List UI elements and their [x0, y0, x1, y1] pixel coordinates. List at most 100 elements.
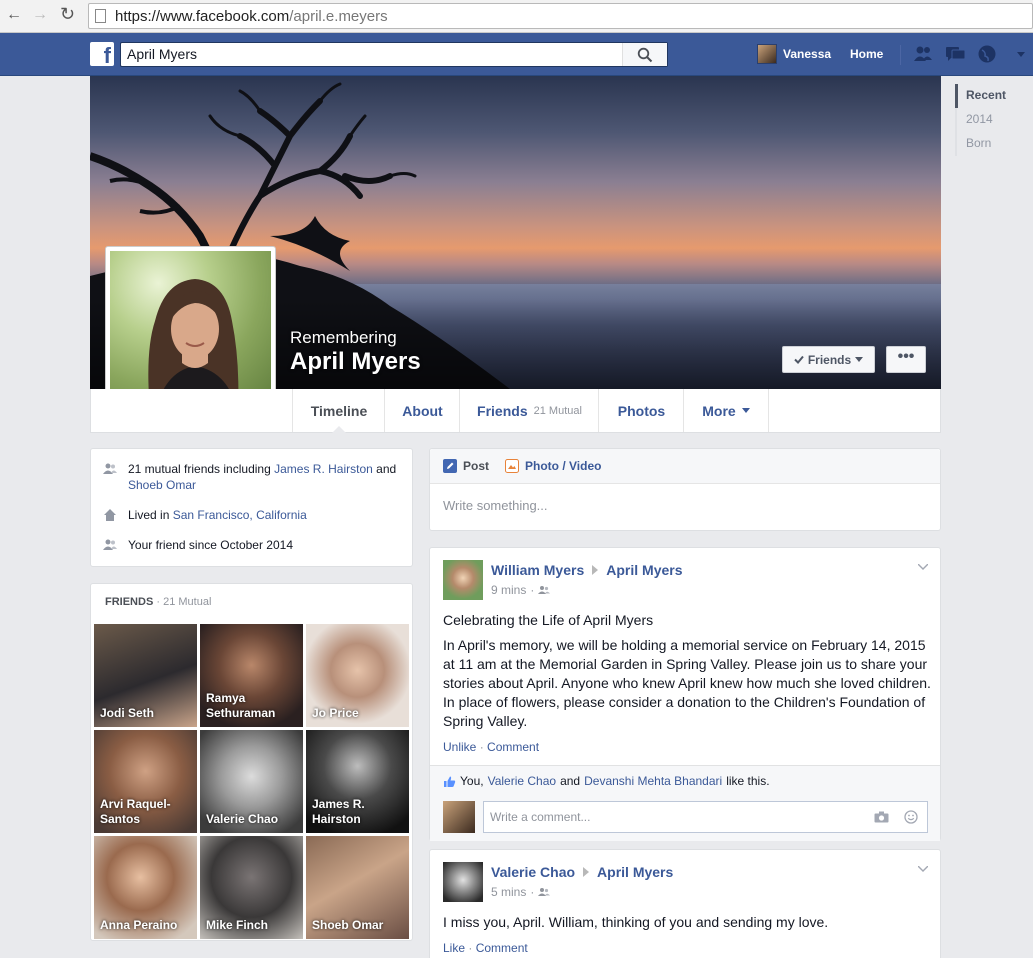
comment-link[interactable]: Comment [487, 740, 539, 754]
friend-name: Anna Peraino [100, 918, 178, 932]
likes-and: and [560, 774, 581, 788]
avatar[interactable] [443, 560, 483, 600]
action-separator: · [479, 740, 484, 754]
friend-tile[interactable]: James R. Hairston [306, 730, 409, 833]
friend-tile[interactable]: Shoeb Omar [306, 836, 409, 939]
liker-link-1[interactable]: Valerie Chao [488, 774, 556, 788]
friend-tile[interactable]: Jo Price [306, 624, 409, 727]
friend-tile[interactable]: Anna Peraino [94, 836, 197, 939]
caret-down-icon [855, 357, 864, 362]
facebook-logo[interactable]: f [90, 42, 114, 66]
composer-input[interactable]: Write something... [443, 498, 548, 513]
comment-input[interactable]: Write a comment... [483, 801, 928, 833]
chevron-down-icon[interactable] [918, 866, 928, 872]
post-target-link[interactable]: April Myers [606, 562, 682, 578]
tab-more[interactable]: More [683, 389, 769, 432]
friends-icon [103, 463, 117, 474]
profile-name[interactable]: April Myers [290, 348, 421, 376]
arrow-right-icon [583, 867, 590, 877]
post-meta: 9 mins · [491, 583, 551, 597]
tab-friends-label: Friends [477, 402, 528, 419]
friends-card: FRIENDS · 21 Mutual Jodi Seth Ramya Seth… [90, 583, 413, 941]
scrubber-item-2014[interactable]: 2014 [955, 108, 1006, 132]
composer-photo-tab[interactable]: Photo / Video [505, 459, 601, 473]
tab-photos[interactable]: Photos [598, 389, 684, 432]
settings-icon[interactable] [1015, 44, 1033, 64]
friend-name: Jo Price [312, 706, 359, 720]
friend-name: Arvi Raquel-Santos [100, 797, 171, 826]
composer-post-label: Post [463, 459, 490, 473]
avatar[interactable] [443, 862, 483, 902]
lived-in-row: Lived in San Francisco, California [103, 507, 307, 523]
tab-timeline[interactable]: Timeline [292, 389, 385, 433]
forward-arrow-icon[interactable]: → [32, 6, 48, 24]
scrubber-item-recent[interactable]: Recent [955, 84, 1006, 108]
notifications-globe-icon[interactable] [977, 44, 999, 64]
friends-card-title[interactable]: FRIENDS [105, 596, 153, 608]
friends-button-label: Friends [807, 352, 852, 367]
camera-icon[interactable] [874, 811, 889, 823]
post-author-link[interactable]: Valerie Chao [491, 864, 575, 880]
friend-tile[interactable]: Jodi Seth [94, 624, 197, 727]
friend-name: Jodi Seth [100, 706, 155, 720]
mutual-and: and [376, 462, 397, 476]
pencil-icon [443, 459, 457, 473]
post-timestamp[interactable]: 9 mins [491, 583, 526, 597]
comment-link[interactable]: Comment [476, 941, 528, 955]
post-target-link[interactable]: April Myers [597, 864, 673, 880]
friends-grid: Jodi Seth Ramya Sethuraman Jo Price Arvi… [94, 624, 411, 939]
post-actions: Like · Comment [443, 941, 528, 955]
post-author-link[interactable]: William Myers [491, 562, 584, 578]
friend-tile[interactable]: Valerie Chao [200, 730, 303, 833]
back-arrow-icon[interactable]: ← [6, 6, 22, 24]
friends-icon [103, 539, 117, 550]
liker-link-2[interactable]: Devanshi Mehta Bhandari [584, 774, 722, 788]
tab-friends[interactable]: Friends 21 Mutual [459, 389, 599, 432]
friend-tile[interactable]: Mike Finch [200, 836, 303, 939]
friend-name: Ramya Sethuraman [206, 691, 276, 720]
chevron-down-icon[interactable] [918, 564, 928, 570]
post-timestamp[interactable]: 5 mins [491, 885, 526, 899]
messages-icon[interactable] [945, 44, 967, 64]
meta-separator: · [530, 885, 535, 899]
url-host: https://www.facebook.com [115, 8, 290, 25]
friends-card-header: FRIENDS · 21 Mutual [105, 596, 211, 608]
more-options-button[interactable]: ••• [886, 346, 926, 373]
intro-card: 21 mutual friends including James R. Hai… [90, 448, 413, 567]
post-meta: 5 mins · [491, 885, 551, 899]
friends-button[interactable]: Friends [782, 346, 875, 373]
meta-separator: · [530, 583, 535, 597]
search-box[interactable] [120, 42, 668, 67]
action-separator: · [468, 941, 473, 955]
unlike-link[interactable]: Unlike [443, 740, 476, 754]
like-link[interactable]: Like [443, 941, 465, 955]
lived-place-link[interactable]: San Francisco, California [173, 508, 307, 522]
friend-requests-icon[interactable] [912, 44, 934, 64]
post-card: William Myers April Myers 9 mins · Celeb… [429, 547, 941, 841]
address-bar[interactable]: https://www.facebook.com/april.e.meyers [88, 3, 1033, 29]
mutual-friend-link-2[interactable]: Shoeb Omar [128, 478, 196, 492]
friend-tile[interactable]: Ramya Sethuraman [200, 624, 303, 727]
search-icon [637, 47, 653, 63]
friend-tile[interactable]: Arvi Raquel-Santos [94, 730, 197, 833]
profile-link[interactable]: Vanessa [757, 43, 831, 65]
emoji-icon[interactable] [904, 810, 918, 824]
post-text: I miss you, April. William, thinking of … [443, 914, 829, 930]
search-button[interactable] [622, 43, 667, 66]
post-header: William Myers April Myers [491, 562, 683, 578]
friends-card-count: 21 Mutual [163, 596, 212, 608]
post-text: In April's memory, we will be holding a … [443, 637, 931, 729]
tab-about[interactable]: About [384, 389, 460, 432]
friend-name: Valerie Chao [206, 812, 279, 826]
remembering-label: Remembering [290, 328, 397, 347]
scrubber-item-born[interactable]: Born [955, 132, 1006, 156]
composer-post-tab[interactable]: Post [443, 459, 489, 473]
search-input[interactable] [121, 43, 611, 65]
home-link[interactable]: Home [850, 47, 883, 61]
mutual-friend-link-1[interactable]: James R. Hairston [274, 462, 373, 476]
tab-friends-count: 21 Mutual [533, 404, 582, 417]
likes-summary: You, Valerie Chao and Devanshi Mehta Bha… [443, 774, 770, 788]
reload-icon[interactable]: ↻ [60, 4, 75, 25]
profile-photo [110, 251, 271, 412]
facebook-top-bar: f Vanessa Home [0, 33, 1033, 76]
